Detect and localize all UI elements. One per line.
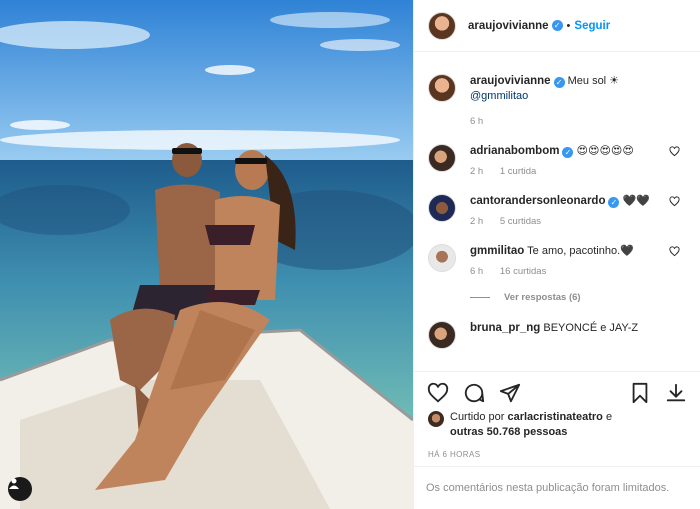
comment-likes[interactable]: 1 curtida [500,166,536,177]
verified-badge-icon: ✓ [553,77,565,88]
comment-likes[interactable]: 5 curtidas [500,216,541,227]
avatar[interactable] [428,321,456,349]
comments-limited-notice: Os comentários nesta publicação foram li… [414,466,700,509]
comment-likes[interactable]: 16 curtidas [500,266,546,277]
verified-badge-icon: ✓ [608,197,620,208]
like-button[interactable] [426,381,450,405]
comment-text: cantorandersonleonardo ✓ 🖤🖤 [470,194,666,209]
user-tag-icon [9,478,19,489]
download-icon [666,383,686,401]
caption-mention[interactable]: @gmmilitao [470,90,528,102]
likes-user[interactable]: carlacristinateatro [507,411,602,423]
avatar[interactable] [428,11,456,40]
avatar[interactable] [428,194,456,222]
caption-text: araujovivianne ✓ Meu sol ☀ @gmmilitao [470,74,666,104]
comment-heart-icon[interactable] [669,196,680,207]
post-timestamp[interactable]: HÁ 6 HORAS [428,450,480,459]
heart-icon [427,382,449,402]
comment-username[interactable]: cantorandersonleonardo [470,195,605,207]
avatar[interactable] [428,244,456,272]
comment-body: BEYONCÉ e JAY-Z [543,322,639,334]
caption-time[interactable]: 6 h [470,116,483,127]
comment-time[interactable]: 2 h [470,216,483,227]
caption-username[interactable]: araujovivianne [470,75,551,87]
post-header: araujovivianne ✓ • Seguir [414,0,700,52]
comment-text: bruna_pr_ng BEYONCÉ e JAY-Z [470,321,666,336]
follow-button[interactable]: Seguir [574,20,610,32]
comment-item: gmmilitao Te amo, pacotinho.🖤 6 h 16 cur… [414,244,700,303]
comment-body: Te amo, pacotinho.🖤 [527,245,634,257]
comment-body: 😍😍😍😍😍 [576,145,634,157]
comment-time[interactable]: 2 h [470,166,483,177]
comment-username[interactable]: gmmilitao [470,245,524,257]
comments-list[interactable]: araujovivianne ✓ Meu sol ☀ @gmmilitao 6 h… [414,52,700,370]
likes-conj: e [605,411,613,423]
avatar[interactable] [428,74,456,102]
user-tag-button[interactable] [8,477,32,501]
comment-item: adrianabombom ✓ 😍😍😍😍😍 2 h 1 curtida [414,144,700,177]
action-bar [414,371,700,413]
comment-meta: 2 h 5 curtidas [470,216,666,227]
avatar[interactable] [428,144,456,172]
comment-button[interactable] [462,381,486,405]
comment-username[interactable]: adrianabombom [470,145,559,157]
comment-item: cantorandersonleonardo ✓ 🖤🖤 2 h 5 curtida… [414,194,700,227]
caption-body: Meu sol ☀ [567,75,620,87]
avatar[interactable] [428,411,444,427]
likes-text: Curtido por carlacristinateatro e outras… [450,410,612,440]
comment-text: adrianabombom ✓ 😍😍😍😍😍 [470,144,666,159]
comment-heart-icon[interactable] [669,146,680,157]
view-replies-label: Ver respostas (6) [504,292,581,303]
verified-badge-icon: ✓ [551,20,563,31]
likes-prefix: Curtido por [450,411,505,423]
divider [470,297,490,298]
comment-heart-icon[interactable] [669,246,680,257]
caption: araujovivianne ✓ Meu sol ☀ @gmmilitao 6 h [414,74,700,127]
comment-body: 🖤🖤 [622,195,650,207]
comment-text: gmmilitao Te amo, pacotinho.🖤 [470,244,666,259]
comment-meta: 6 h 16 curtidas [470,266,666,277]
share-button[interactable] [498,381,522,405]
view-replies-button[interactable]: Ver respostas (6) [470,292,666,303]
verified-badge-icon: ✓ [562,147,574,158]
comment-username[interactable]: bruna_pr_ng [470,322,540,334]
separator: • [566,19,571,32]
comment-meta: 2 h 1 curtida [470,166,666,177]
share-icon [499,383,521,402]
beach-boat-photo [0,0,413,509]
likes-others[interactable]: outras 50.768 pessoas [450,426,567,438]
comment-time[interactable]: 6 h [470,266,483,277]
post-author-username[interactable]: araujovivianne [468,20,549,32]
bookmark-icon [632,382,648,403]
save-button[interactable] [628,381,652,405]
post-details-panel: araujovivianne ✓ • Seguir araujovivianne… [413,0,700,509]
caption-meta: 6 h [470,116,666,127]
likes-summary: Curtido por carlacristinateatro e outras… [428,411,690,440]
post-photo[interactable] [0,0,413,509]
comment-item: bruna_pr_ng BEYONCÉ e JAY-Z [414,321,700,349]
comment-icon [464,383,485,402]
download-button[interactable] [664,381,688,405]
